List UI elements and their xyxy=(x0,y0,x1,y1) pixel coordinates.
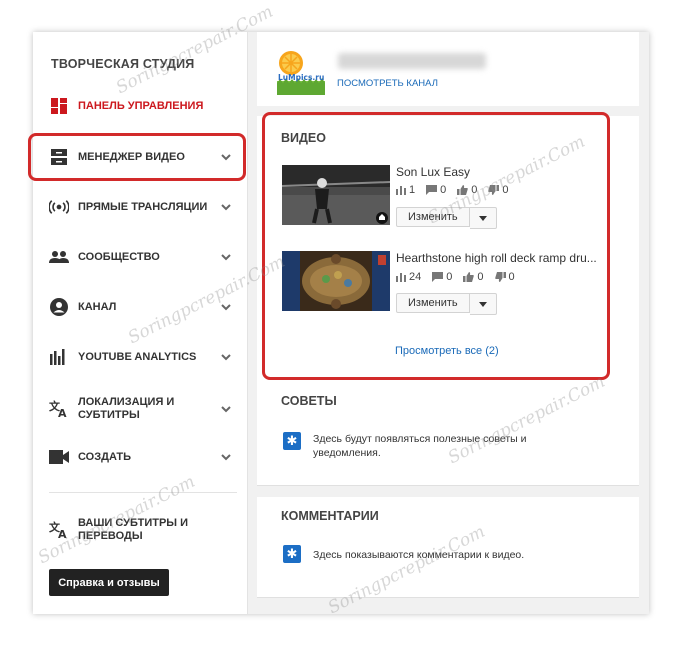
chevron-down-icon[interactable] xyxy=(219,350,233,364)
sidebar-item-label: СОЗДАТЬ xyxy=(78,450,131,463)
tips-card: СОВЕТЫ ✱ Здесь будут появляться полезные… xyxy=(257,382,639,486)
channel-name-blurred xyxy=(338,53,486,69)
star-icon: ✱ xyxy=(283,545,301,563)
sidebar-item-label: ПАНЕЛЬ УПРАВЛЕНИЯ xyxy=(78,99,204,112)
live-broadcast-icon xyxy=(49,197,69,217)
community-icon xyxy=(49,247,69,267)
video-camera-icon xyxy=(49,447,69,467)
comments-text: Здесь показываются комментарии к видео. xyxy=(313,549,525,561)
sidebar-item-subtitles[interactable]: 文A ВАШИ СУБТИТРЫ И ПЕРЕВОДЫ xyxy=(33,510,247,550)
tips-text: Здесь будут появляться полезные советы и… xyxy=(313,433,527,459)
sidebar-item-dashboard[interactable]: ПАНЕЛЬ УПРАВЛЕНИЯ xyxy=(33,88,247,124)
sidebar-item-create[interactable]: СОЗДАТЬ xyxy=(33,439,247,475)
star-icon: ✱ xyxy=(283,432,301,450)
chevron-down-icon[interactable] xyxy=(219,402,233,416)
chevron-down-icon[interactable] xyxy=(219,250,233,264)
tips-card-title: СОВЕТЫ xyxy=(281,394,337,408)
sidebar-item-community[interactable]: СООБЩЕСТВО xyxy=(33,239,247,275)
sidebar-item-label: СООБЩЕСТВО xyxy=(78,250,160,263)
sidebar-item-label: ЛОКАЛИЗАЦИЯ И СУБТИТРЫ xyxy=(78,396,175,421)
help-feedback-button[interactable]: Справка и отзывы xyxy=(49,569,169,596)
highlight-frame xyxy=(262,112,610,380)
highlight-frame xyxy=(28,133,246,181)
studio-window: ТВОРЧЕСКАЯ СТУДИЯ ПАНЕЛЬ УПРАВЛЕНИЯ МЕНЕ… xyxy=(28,32,649,614)
sidebar-item-label: КАНАЛ xyxy=(78,300,117,313)
svg-text:A: A xyxy=(58,407,67,418)
dashboard-icon xyxy=(49,96,69,116)
translate-icon: 文A xyxy=(49,520,69,540)
chevron-down-icon[interactable] xyxy=(219,300,233,314)
chevron-down-icon[interactable] xyxy=(219,450,233,464)
comments-card: КОММЕНТАРИИ ✱ Здесь показываются коммент… xyxy=(257,497,639,598)
sidebar-title: ТВОРЧЕСКАЯ СТУДИЯ xyxy=(51,57,195,71)
svg-text:A: A xyxy=(58,528,67,539)
sidebar-item-analytics[interactable]: YOUTUBE ANALYTICS xyxy=(33,339,247,375)
sidebar-item-localization[interactable]: 文A ЛОКАЛИЗАЦИЯ И СУБТИТРЫ xyxy=(33,389,247,429)
chevron-down-icon[interactable] xyxy=(219,200,233,214)
comments-card-title: КОММЕНТАРИИ xyxy=(281,509,379,523)
analytics-bars-icon xyxy=(49,347,69,367)
account-icon xyxy=(49,297,69,317)
sidebar: ТВОРЧЕСКАЯ СТУДИЯ ПАНЕЛЬ УПРАВЛЕНИЯ МЕНЕ… xyxy=(33,32,248,614)
translate-icon: 文A xyxy=(49,399,69,419)
sidebar-item-live[interactable]: ПРЯМЫЕ ТРАНСЛЯЦИИ xyxy=(33,189,247,225)
view-channel-link[interactable]: ПОСМОТРЕТЬ КАНАЛ xyxy=(337,78,438,89)
sidebar-item-label: ВАШИ СУБТИТРЫ И ПЕРЕВОДЫ xyxy=(78,517,189,542)
channel-logo: LuMpics.ru xyxy=(277,49,325,95)
sidebar-item-label: YOUTUBE ANALYTICS xyxy=(78,350,197,363)
sidebar-item-label: ПРЯМЫЕ ТРАНСЛЯЦИИ xyxy=(78,200,208,213)
sidebar-item-channel[interactable]: КАНАЛ xyxy=(33,289,247,325)
sidebar-divider xyxy=(49,492,237,493)
svg-text:LuMpics.ru: LuMpics.ru xyxy=(278,73,324,82)
